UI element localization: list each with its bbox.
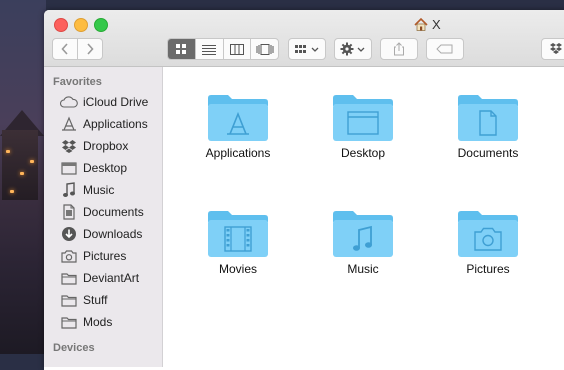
- sidebar-section-devices: Devices: [53, 342, 95, 354]
- sidebar-item-documents[interactable]: Documents: [60, 203, 144, 221]
- wallpaper-light: [10, 190, 14, 193]
- folder-desktop[interactable]: Desktop: [308, 92, 418, 160]
- sidebar-item-applications[interactable]: Applications: [60, 115, 148, 133]
- zoom-button[interactable]: [94, 18, 108, 32]
- home-icon: [414, 18, 428, 31]
- sidebar-item-label: Documents: [83, 205, 144, 219]
- folder-label: Music: [347, 262, 379, 276]
- list-icon: [202, 44, 217, 55]
- file-browser-content: Applications Desktop Documents Movies Mu…: [163, 67, 564, 370]
- columns-icon: [229, 43, 244, 55]
- sidebar-item-label: Stuff: [83, 293, 108, 307]
- movies-folder-icon: [208, 211, 268, 257]
- sidebar-item-label: Downloads: [83, 227, 143, 241]
- cover-flow-button[interactable]: [250, 39, 278, 59]
- desktop-folder-icon: [333, 95, 393, 141]
- folder-label: Movies: [218, 262, 257, 276]
- folder-label: Pictures: [466, 262, 510, 276]
- sidebar-section-favorites: Favorites: [53, 76, 102, 88]
- sidebar-item-label: Dropbox: [83, 139, 129, 153]
- title-bar: X: [44, 10, 564, 67]
- grid-icon: [176, 44, 187, 54]
- column-view-button[interactable]: [222, 39, 251, 59]
- sidebar-item-label: Applications: [83, 117, 148, 131]
- folder-icon: [61, 272, 77, 285]
- dropbox-icon: [550, 43, 562, 54]
- applications-folder-icon: [208, 95, 268, 141]
- view-mode-group: [167, 38, 279, 60]
- pictures-folder-icon: [458, 211, 518, 257]
- folder-applications[interactable]: Applications: [183, 92, 293, 160]
- minimize-button[interactable]: [74, 18, 88, 32]
- wallpaper-house: [2, 130, 38, 200]
- sidebar-item-desktop[interactable]: Desktop: [60, 159, 127, 177]
- folder-music[interactable]: Music: [308, 208, 418, 276]
- forward-button[interactable]: [77, 39, 102, 59]
- cover-flow-icon: [256, 43, 274, 55]
- arrange-button[interactable]: [288, 38, 326, 60]
- document-icon: [63, 204, 75, 220]
- arrange-icon: [295, 45, 319, 53]
- wallpaper-light: [6, 150, 10, 153]
- sidebar-item-dropbox[interactable]: Dropbox: [60, 137, 128, 155]
- list-view-button[interactable]: [194, 39, 223, 59]
- dropbox-icon: [62, 140, 76, 153]
- folder-label: Documents: [457, 146, 519, 160]
- sidebar-item-icloud-drive[interactable]: iCloud Drive: [60, 93, 148, 111]
- sidebar-item-deviantart[interactable]: DeviantArt: [60, 269, 139, 287]
- cloud-icon: [60, 96, 78, 108]
- sidebar-item-pictures[interactable]: Pictures: [60, 247, 126, 265]
- folder-documents[interactable]: Documents: [433, 92, 543, 160]
- sidebar-item-music[interactable]: Music: [60, 181, 114, 199]
- folder-movies[interactable]: Movies: [183, 208, 293, 276]
- download-icon: [62, 227, 76, 241]
- dropbox-toolbar-button[interactable]: [541, 38, 564, 60]
- sidebar-item-stuff[interactable]: Stuff: [60, 291, 107, 309]
- desktop-wallpaper: [0, 0, 46, 354]
- sidebar-item-label: iCloud Drive: [83, 95, 149, 109]
- icon-view-button[interactable]: [168, 39, 195, 59]
- close-button[interactable]: [54, 18, 68, 32]
- window-title: X: [414, 17, 441, 32]
- folder-label: Applications: [205, 146, 271, 160]
- folder-label: Desktop: [340, 146, 386, 160]
- documents-folder-icon: [458, 95, 518, 141]
- share-button[interactable]: [380, 38, 418, 60]
- back-button[interactable]: [53, 39, 77, 59]
- chevron-left-icon: [61, 43, 68, 55]
- action-button[interactable]: [334, 38, 372, 60]
- music-folder-icon: [333, 211, 393, 257]
- window-title-text: X: [432, 17, 441, 32]
- sidebar-item-downloads[interactable]: Downloads: [60, 225, 142, 243]
- applications-icon: [62, 116, 76, 131]
- sidebar-item-label: Desktop: [83, 161, 128, 175]
- folder-pictures[interactable]: Pictures: [433, 208, 543, 276]
- folder-icon: [61, 294, 77, 307]
- gear-icon: [340, 42, 365, 56]
- tag-button[interactable]: [426, 38, 464, 60]
- wallpaper-light: [20, 172, 24, 175]
- sidebar-item-label: DeviantArt: [83, 271, 140, 285]
- finder-window: X Favorites iCloud Drive Applications Dr…: [44, 10, 564, 370]
- sidebar-item-label: Mods: [83, 315, 113, 329]
- desktop-icon: [61, 161, 77, 175]
- folder-icon: [61, 316, 77, 329]
- wallpaper-light: [30, 160, 34, 163]
- share-icon: [394, 42, 404, 56]
- chevron-right-icon: [87, 43, 94, 55]
- sidebar: Favorites iCloud Drive Applications Drop…: [44, 67, 163, 367]
- tag-icon: [436, 44, 453, 54]
- sidebar-item-mods[interactable]: Mods: [60, 313, 112, 331]
- camera-icon: [61, 250, 77, 263]
- nav-buttons: [52, 38, 103, 60]
- music-icon: [63, 182, 75, 197]
- sidebar-item-label: Music: [83, 183, 115, 197]
- sidebar-item-label: Pictures: [83, 249, 127, 263]
